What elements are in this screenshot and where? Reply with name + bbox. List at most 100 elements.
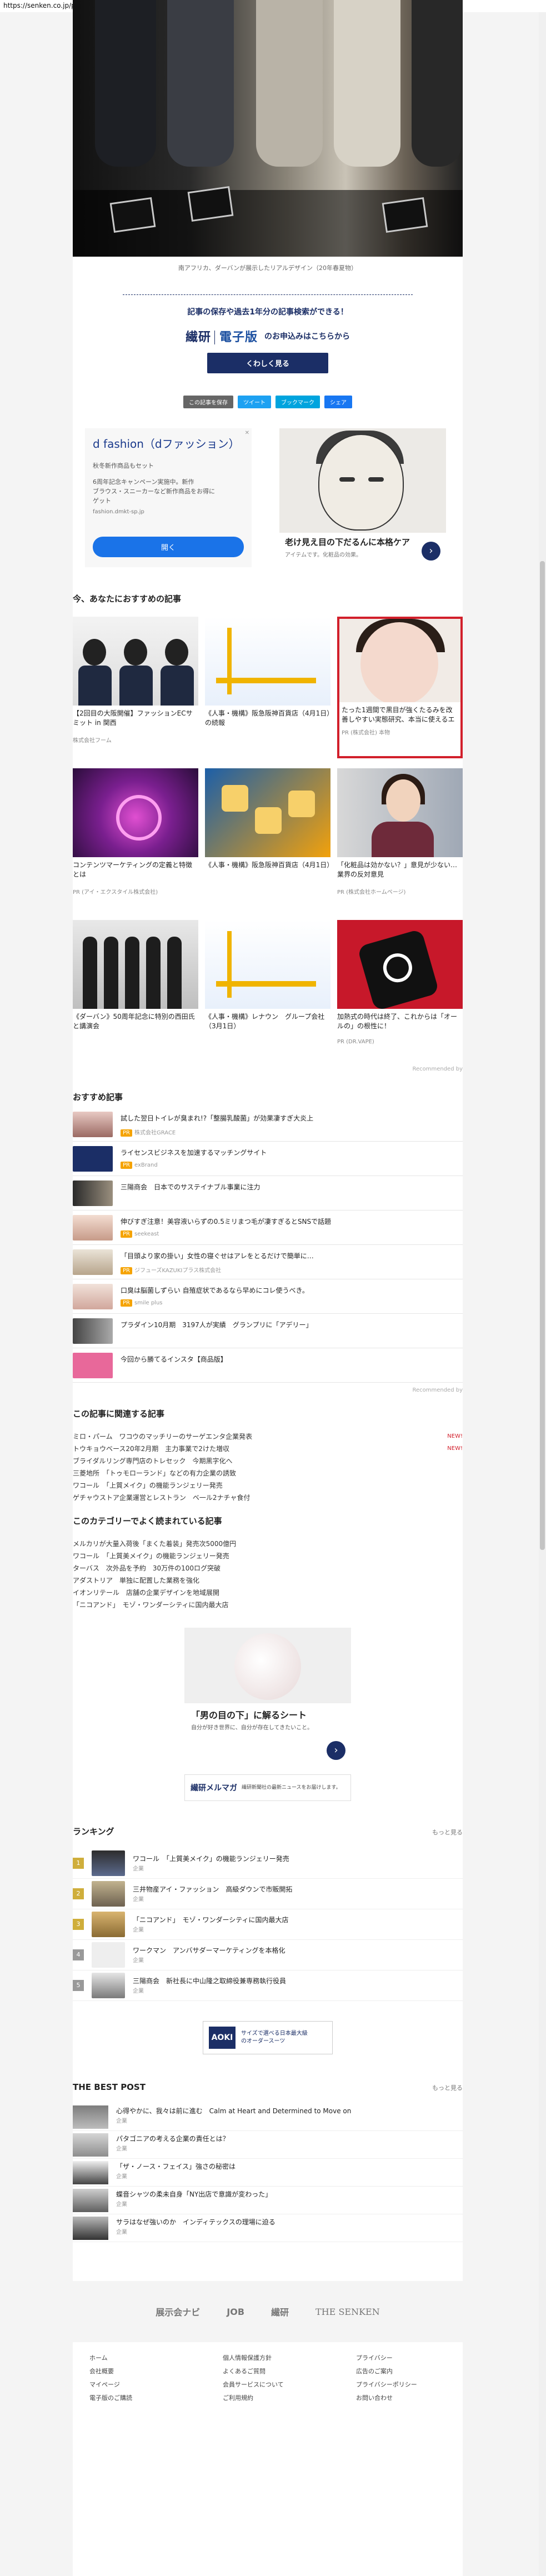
item-category: 企業 xyxy=(133,1866,144,1872)
ranking-item[interactable]: 3 「ニコアンド」 モゾ・ワンダーシティに国内最大店 企業 xyxy=(73,1909,463,1940)
footer-link[interactable]: ホーム xyxy=(89,2353,223,2362)
ad-product-image xyxy=(234,1633,301,1700)
chevron-right-icon[interactable]: › xyxy=(327,1741,345,1760)
footer-link[interactable]: 広告のご案内 xyxy=(356,2367,463,2375)
card-source: PR (株式会社ホームページ) xyxy=(337,889,406,896)
newsletter-banner[interactable]: 繊研メルマガ 繊研新聞社の最新ニュースをお届けします。 xyxy=(184,1774,351,1801)
ad-line: ブラウス・スニーカーなど新作商品をお得に xyxy=(93,488,215,495)
footer-link[interactable]: ご利用規約 xyxy=(223,2393,356,2402)
ad-subtext: 自分が好き世界に、自分が存在してきたいこと。 xyxy=(191,1725,313,1731)
item-category: 企業 xyxy=(133,1958,144,1964)
promo-more-button[interactable]: くわしく見る xyxy=(207,353,328,373)
recommend-card-highlighted[interactable]: たった1週間で黒目が強くたるみを改善しやすい実態研究、本当に使えるエイジングケア… xyxy=(337,617,463,758)
footer-logo[interactable]: 展示会ナビ xyxy=(156,2305,200,2318)
footer-link[interactable]: よくあるご質問 xyxy=(223,2367,356,2375)
list-item[interactable]: 試した翌日トイレが臭まれ!?「整腸乳酸菌」が効果凄すぎ大炎上 PR 株式会社GRAC… xyxy=(73,1107,463,1142)
popular-item[interactable]: ワコール 「上質美メイク」の機能ランジェリー発売 xyxy=(73,1550,463,1562)
footer-link[interactable]: マイページ xyxy=(89,2380,223,2389)
item-title: 三井物産アイ・ファッション 高級ダウンで市販開拓 xyxy=(133,1885,293,1893)
bestpost-item[interactable]: サラはなぜ強いのか インディテックスの理場に迫る 企業 xyxy=(73,2214,463,2242)
ranking-item[interactable]: 1 ワコール 「上質美メイク」の機能ランジェリー発売 企業 xyxy=(73,1848,463,1879)
footer-link[interactable]: 会社概要 xyxy=(89,2367,223,2375)
ad-close-icon[interactable]: ✕ xyxy=(245,430,249,436)
recommend-card[interactable]: 加熱式の時代は終了、これからは「オールの」の根性に！ PR (DR.VAPE) xyxy=(337,920,463,1062)
illustration-body xyxy=(372,822,434,857)
related-item[interactable]: トウキョウベース20年2月期 主力事業で2けた増収 NEW! xyxy=(73,1443,463,1455)
item-thumbnail xyxy=(73,1215,113,1241)
list-item[interactable]: ライセンスビジネスを加速するマッチングサイト PR exBrand xyxy=(73,1142,463,1176)
recommend-card[interactable]: 「化粧品は効かない？」意見が少ない…業界の反対意見 PR (株式会社ホームページ… xyxy=(337,768,463,910)
list-item[interactable]: 三陽商会 日本でのサステイナブル事業に注力 xyxy=(73,1176,463,1211)
related-item[interactable]: ブライダルリング専門店のトレセック 今期黒字化へ xyxy=(73,1455,463,1467)
scrollbar-thumb[interactable] xyxy=(540,561,545,1550)
footer-logo[interactable]: 繊研 xyxy=(271,2305,289,2318)
illustration-face xyxy=(386,779,420,822)
footer-logo[interactable]: THE SENKEN xyxy=(315,2307,380,2317)
ranking-item[interactable]: 2 三井物産アイ・ファッション 高級ダウンで市販開拓 企業 xyxy=(73,1879,463,1909)
ad-line: サイズで選べる日本最大級 xyxy=(241,2030,308,2037)
bestpost-more-link[interactable]: もっと見る xyxy=(432,2083,463,2092)
person xyxy=(119,666,153,706)
ad-eye-care[interactable]: 老け見え目の下だるんに本格ケア アイテムです。化粧品の効果。 › xyxy=(279,428,446,567)
item-title: 「目頭より家の掛い」女性の寝ぐせはアレをとるだけで簡単に… xyxy=(121,1252,314,1260)
list-item[interactable]: 「目頭より家の掛い」女性の寝ぐせはアレをとるだけで簡単に… PR ジフューズKAZU… xyxy=(73,1245,463,1279)
item-sponsor: PR 株式会社GRACE xyxy=(121,1128,313,1137)
recommend-card[interactable]: 《ダーバン》50周年記念に特別の西田氏と講演会 xyxy=(73,920,198,1062)
recommend-card[interactable]: 【2回目の大阪開催】ファッションECサミット in 関西 株式会社フーム xyxy=(73,617,198,758)
ranking-title: ランキング xyxy=(73,1827,114,1837)
footer-logo[interactable]: JOB xyxy=(227,2307,244,2317)
related-item[interactable]: ワコール 「上質メイク」の機能ランジェリー発売 xyxy=(73,1479,463,1492)
footer-link[interactable]: お問い合わせ xyxy=(356,2393,463,2402)
footer-link[interactable]: 個人情報保護方針 xyxy=(223,2353,356,2362)
bestpost-item[interactable]: パタゴニアの考える企業の責任とは？ 企業 xyxy=(73,2131,463,2159)
hatena-bookmark-button[interactable]: ブックマーク xyxy=(275,396,320,408)
footer-links: ホーム 個人情報保護方針 プライバシー 会社概要 よくあるご質問 広告のご案内 … xyxy=(73,2342,463,2402)
recommend-card[interactable]: 《人事・機構》レナウン グループ会社（3月1日） xyxy=(205,920,330,1062)
list-item[interactable]: 今回から勝てるインスタ【商品版】 xyxy=(73,1348,463,1383)
chevron-right-icon[interactable]: › xyxy=(422,542,440,561)
bestpost-item[interactable]: 「ザ・ノース・フェイス」強さの秘密は 企業 xyxy=(73,2159,463,2187)
ad-dfashion[interactable]: ✕ d fashion（dファッション） 秋冬新作商品もセット 6周年記念キャン… xyxy=(85,428,252,567)
recommend-title: 今、あなたにおすすめの記事 xyxy=(73,594,182,604)
list-item[interactable]: 口臭は脳菌しずらい 自殖症状であるなら早めにコレ使うべき。 PR smile plu… xyxy=(73,1279,463,1314)
card-thumbnail xyxy=(339,619,460,702)
recommend-card[interactable]: 《人事・機構》阪急阪神百貨店（4月1日）の続報 xyxy=(205,617,330,758)
facebook-share-button[interactable]: シェア xyxy=(324,396,352,408)
popular-item[interactable]: アダストリア 単独に配置した業務を強化 xyxy=(73,1574,463,1587)
recommend-card[interactable]: 《人事・機構》阪急阪神百貨店（4月1日） xyxy=(205,768,330,910)
popular-item[interactable]: 「ニコアンド」 モゾ・ワンダーシティに国内最大店 xyxy=(73,1599,463,1611)
popular-item[interactable]: ターバス 次外品を予約 30万件の100ログ突破 xyxy=(73,1562,463,1574)
ad-open-button[interactable]: 開く xyxy=(93,537,244,557)
ranking-item[interactable]: 5 三陽商会 新社長に中山隆之取締役兼専務執行役員 企業 xyxy=(73,1970,463,2001)
osusume-title: おすすめ記事 xyxy=(73,1092,123,1102)
bestpost-item[interactable]: 心得やかに、我々は前に進む Calm at Heart and Determin… xyxy=(73,2103,463,2131)
related-item[interactable]: ミロ・パーム ワコウのマッチリーのサーゲエンタ企業発表 NEW! xyxy=(73,1430,463,1443)
footer-link[interactable]: プライバシー xyxy=(356,2353,463,2362)
clip-save-button[interactable]: この記事を保存 xyxy=(183,396,233,408)
popular-item[interactable]: メルカリが大量入荷後「まくた着装」発売次5000億円 xyxy=(73,1538,463,1550)
popular-list: メルカリが大量入荷後「まくた着装」発売次5000億円 ワコール 「上質美メイク」… xyxy=(73,1538,463,1611)
ranking-more-link[interactable]: もっと見る xyxy=(432,1828,463,1837)
item-title: 試した翌日トイレが臭まれ!?「整腸乳酸菌」が効果凄すぎ大炎上 xyxy=(121,1114,314,1122)
ranking-item[interactable]: 4 ワークマン アンバサダーマーケティングを本格化 企業 xyxy=(73,1940,463,1970)
related-item[interactable]: 三菱地所 「トゥモローランド」などの有力企業の誘致 xyxy=(73,1467,463,1479)
popular-item[interactable]: イオンリテール 店舗の企業デザインを地域展開 xyxy=(73,1587,463,1599)
recommend-grid: 【2回目の大阪開催】ファッションECサミット in 関西 株式会社フーム 《人事… xyxy=(73,617,463,1062)
item-title: パタゴニアの考える企業の責任とは？ xyxy=(116,2135,229,2143)
bestpost-item[interactable]: 蝶音シャツの柔未自身「NY出店で意識が変わった」 企業 xyxy=(73,2187,463,2214)
ad-line: ゲット xyxy=(93,497,111,504)
twitter-share-button[interactable]: ツイート xyxy=(238,396,271,408)
recommend-card[interactable]: コンテンツマーケティングの定義と特徴とは PR (アイ・エクスタイル株式会社) xyxy=(73,768,198,910)
item-title: 「ニコアンド」 モゾ・ワンダーシティに国内最大店 xyxy=(133,1916,289,1924)
illustration-eye xyxy=(339,477,355,482)
related-item[interactable]: ゲチャウストア企業運営とレストラン ベ一ル2ナチャ食付 xyxy=(73,1492,463,1504)
list-item[interactable]: 伸びすぎ注意！美容液いらずの0.5ミリまつ毛が凄すぎるとSNSで話題 PR seek… xyxy=(73,1211,463,1245)
ad-eye-sheet[interactable]: 「男の目の下」に解るシート 自分が好き世界に、自分が存在してきたいこと。 › xyxy=(184,1628,351,1767)
list-item[interactable]: プラダイン10月期 3197人が実績 グランプリに「アデリー」 xyxy=(73,1314,463,1348)
ad-aoki[interactable]: AOKI サイズで選べる日本最大級 のオーダースーツ xyxy=(203,2021,333,2054)
footer-link[interactable]: プライバシーポリシー xyxy=(356,2380,463,2389)
footer-link[interactable]: 会員サービスについて xyxy=(223,2380,356,2389)
footer-link[interactable]: 電子版のご購読 xyxy=(89,2393,223,2402)
image-caption: 南アフリカ、ダーバンが展示したリアルデザイン（20年春夏物） xyxy=(178,264,358,272)
card-title: たった1週間で黒目が強くたるみを改善しやすい実態研究、本当に使えるエイジングケア… xyxy=(342,706,455,723)
